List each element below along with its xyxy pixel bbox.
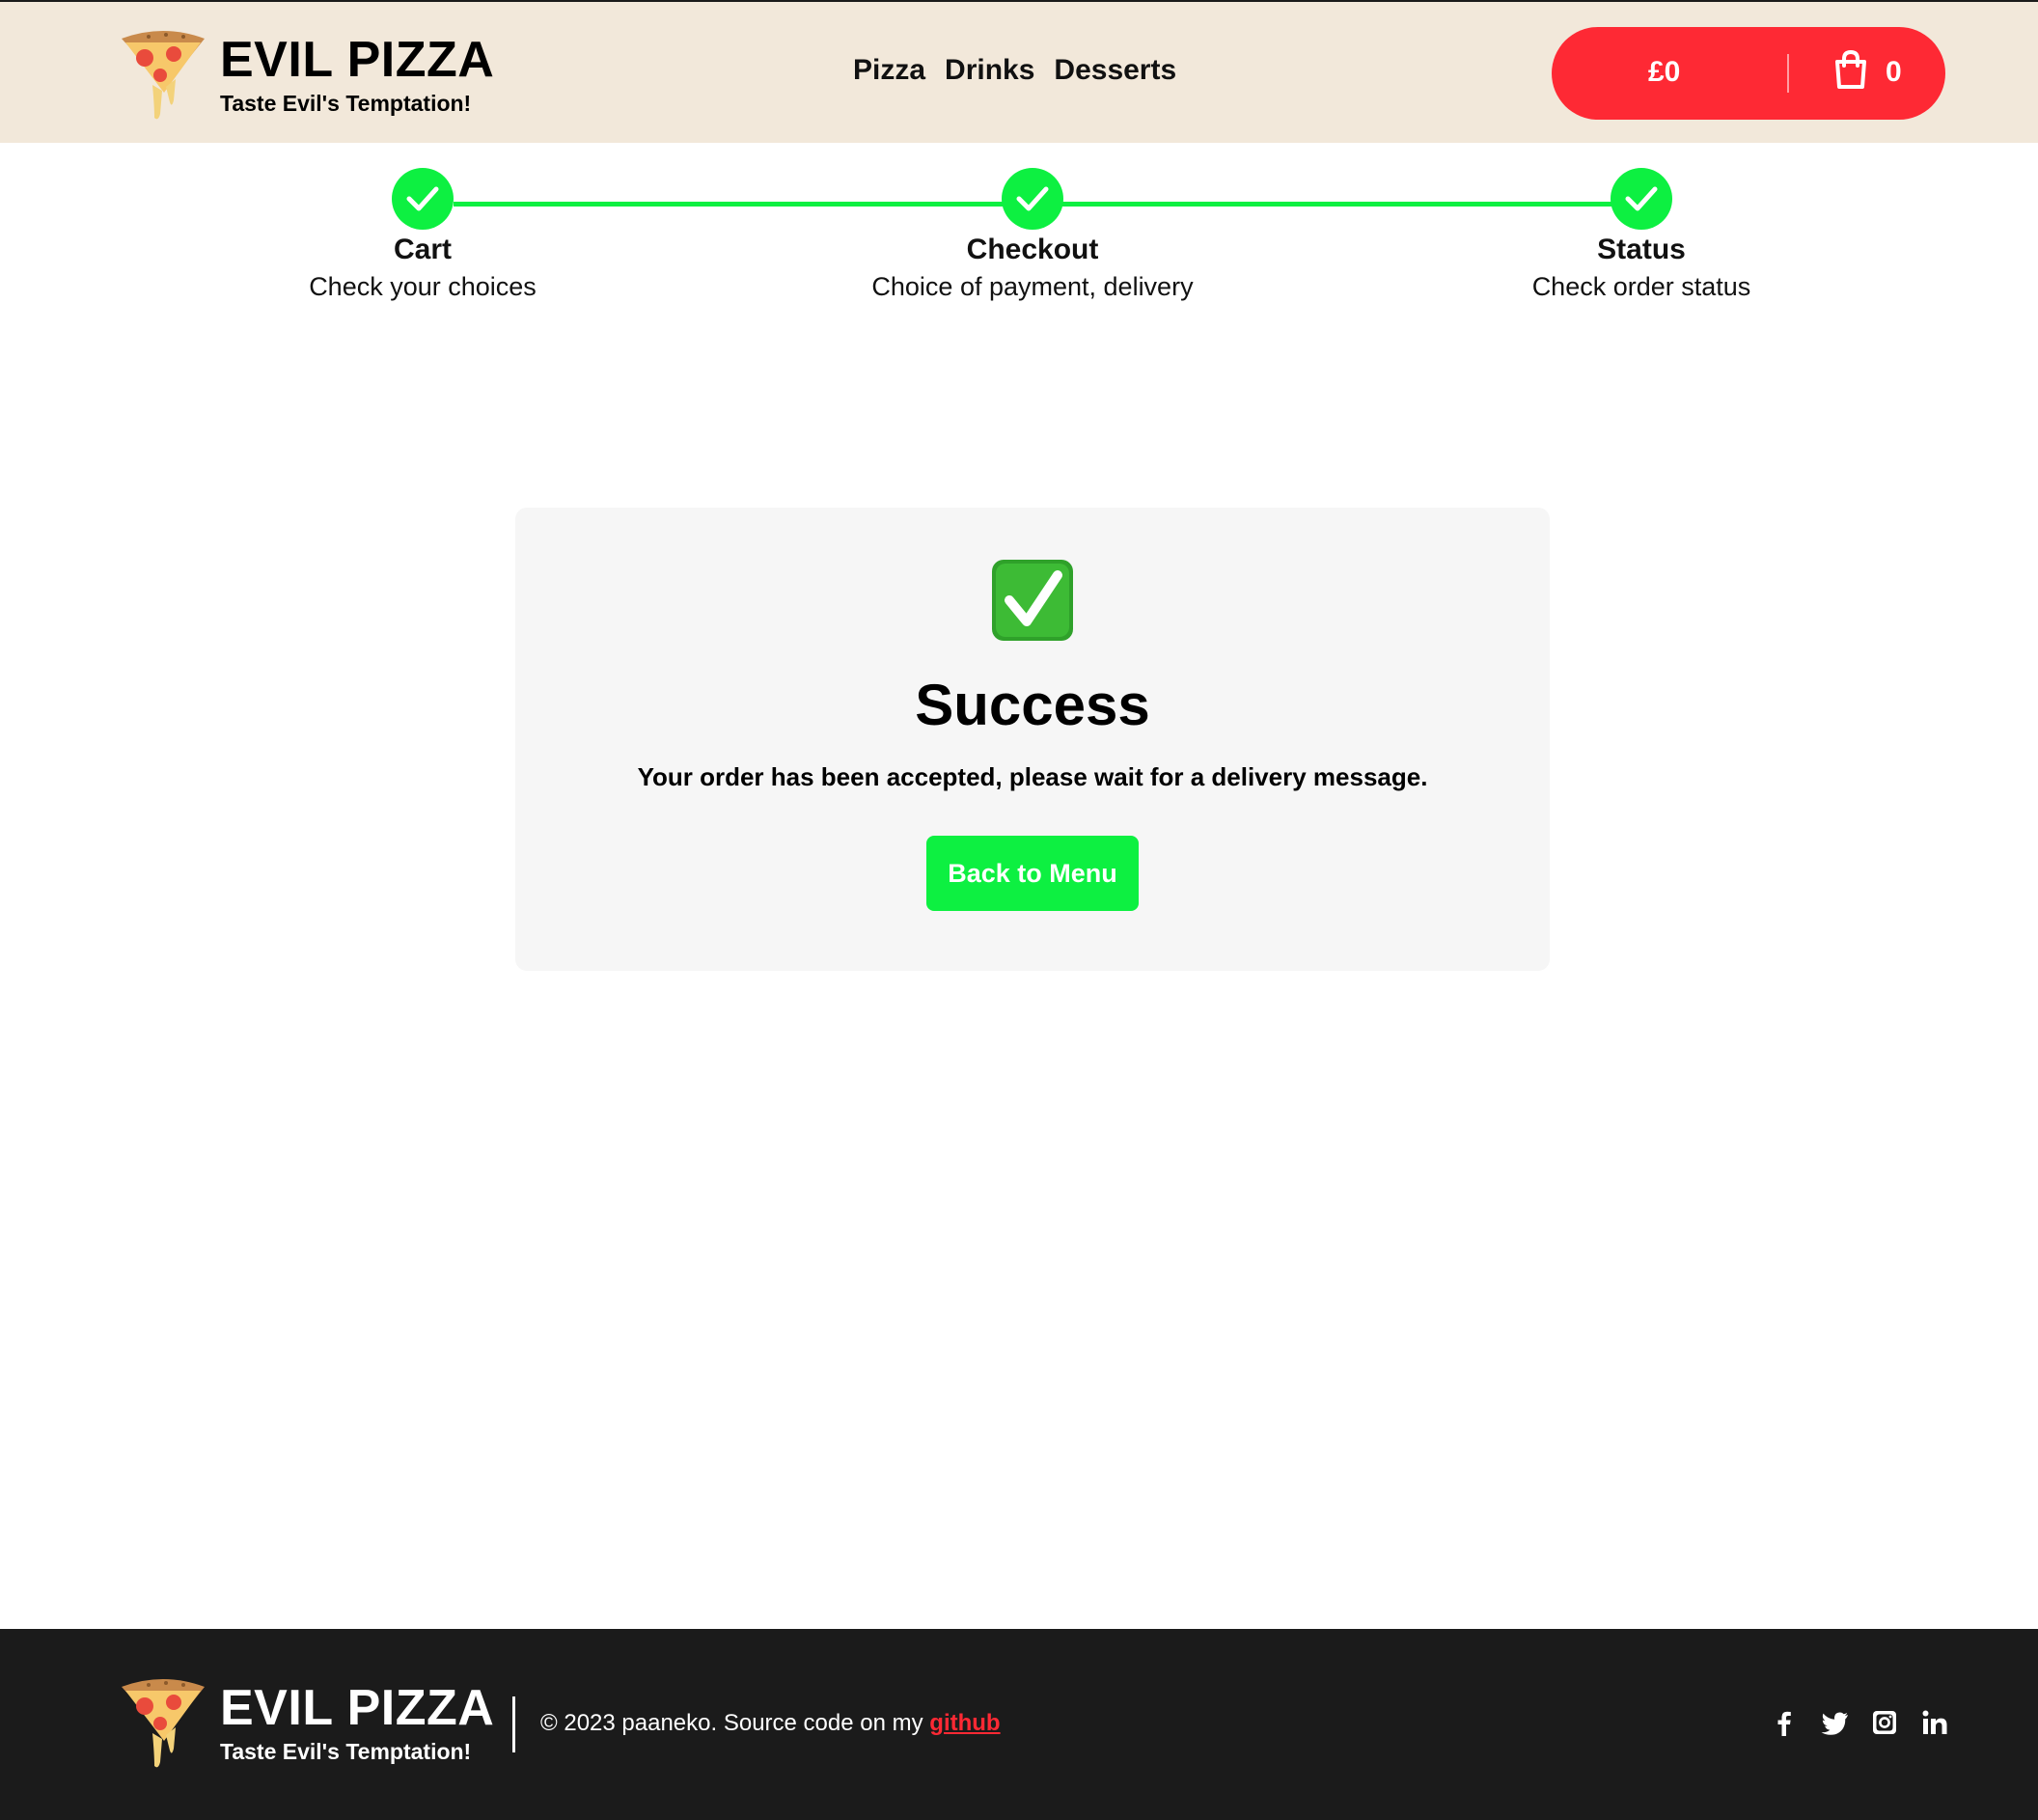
success-message: Your order has been accepted, please wai… [637,762,1428,791]
facebook-icon[interactable] [1770,1708,1799,1737]
site-header: EVIL PIZZA Taste Evil's Temptation! Pizz… [0,2,2038,143]
copyright-text: © 2023 paaneko. Source code on my [540,1710,923,1736]
cart-total: £0 [1648,56,1681,88]
step-title: Cart [393,234,452,265]
order-progress-stepper: Cart Check your choices Checkout Choice … [0,145,2038,318]
shopping-bag-icon [1835,50,1866,89]
brand-name: EVIL PIZZA [220,32,495,88]
step-title: Status [1597,234,1686,265]
github-link[interactable]: github [929,1710,1000,1736]
step-complete-icon [392,168,454,230]
social-links [1770,1708,1949,1737]
brand-tagline: Taste Evil's Temptation! [220,91,472,116]
header-logo[interactable]: EVIL PIZZA Taste Evil's Temptation! [120,29,515,125]
success-card: Success Your order has been accepted, pl… [515,508,1550,971]
pizza-slice-icon [122,1679,205,1768]
step-title: Checkout [966,234,1099,265]
step-subtitle: Check order status [1531,272,1751,301]
cart-divider [1787,54,1789,93]
cart-count: 0 [1886,56,1902,88]
instagram-icon[interactable] [1870,1708,1899,1737]
footer-brand-tagline: Taste Evil's Temptation! [220,1739,472,1764]
site-footer: EVIL PIZZA Taste Evil's Temptation! © 20… [0,1629,2038,1820]
nav-drinks[interactable]: Drinks [945,54,1034,93]
step-status: Status Check order status [1391,168,1892,302]
step-subtitle: Check your choices [309,272,537,301]
twitter-icon[interactable] [1820,1708,1849,1737]
footer-logo[interactable]: EVIL PIZZA Taste Evil's Temptation! [120,1677,515,1774]
step-complete-icon [1002,168,1063,230]
nav-pizza[interactable]: Pizza [853,54,925,93]
pizza-slice-icon [122,31,205,120]
back-to-menu-button[interactable]: Back to Menu [926,836,1139,911]
step-subtitle: Choice of payment, delivery [871,272,1194,301]
step-checkout: Checkout Choice of payment, delivery [782,168,1283,302]
footer-copyright: © 2023 paaneko. Source code on my github [540,1710,1001,1737]
cart-button[interactable]: £0 0 [1552,27,1945,120]
step-complete-icon [1611,168,1672,230]
footer-brand-name: EVIL PIZZA [220,1680,495,1736]
main-nav: Pizza Drinks Desserts [853,54,1176,93]
success-title: Success [915,673,1150,737]
footer-divider [512,1696,515,1752]
nav-desserts[interactable]: Desserts [1054,54,1176,93]
linkedin-icon[interactable] [1920,1708,1949,1737]
step-cart: Cart Check your choices [172,168,674,302]
check-mark-button-icon [992,560,1073,641]
